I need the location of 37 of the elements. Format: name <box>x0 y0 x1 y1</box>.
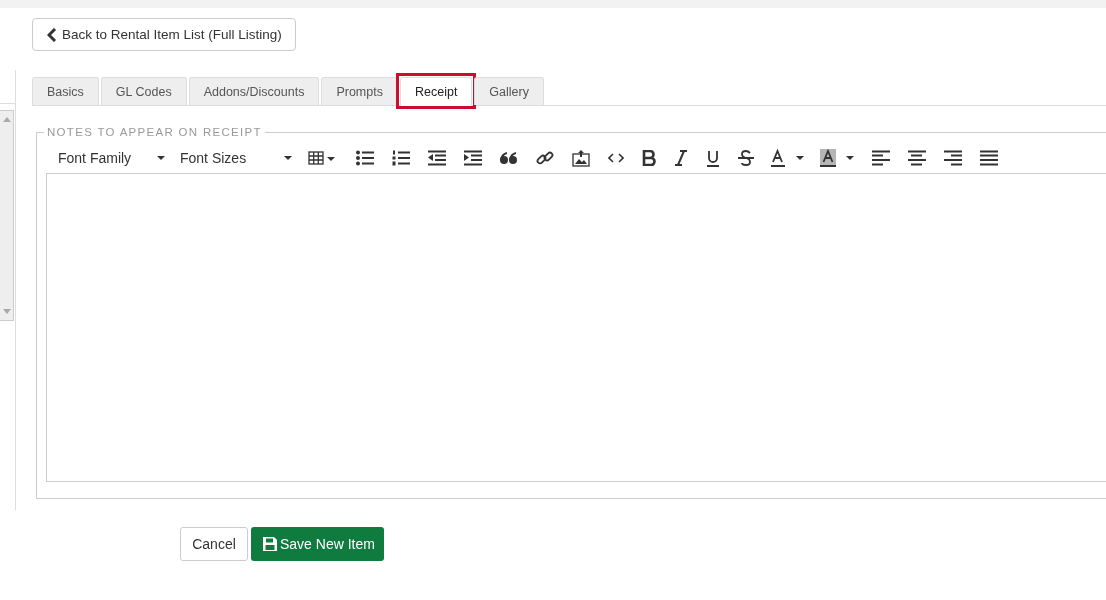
back-button[interactable]: Back to Rental Item List (Full Listing) <box>32 18 296 51</box>
numbered-list-icon[interactable] <box>392 150 410 166</box>
scrollbar[interactable] <box>0 110 14 321</box>
align-right-icon[interactable] <box>944 150 962 166</box>
caret-icon <box>284 156 292 160</box>
italic-icon[interactable] <box>674 150 688 166</box>
chevron-left-icon <box>47 27 57 42</box>
highlight-color-icon[interactable] <box>820 149 854 167</box>
quote-icon[interactable] <box>500 152 518 164</box>
cancel-button[interactable]: Cancel <box>180 527 248 561</box>
tab[interactable]: Gallery <box>474 77 544 105</box>
strikethrough-icon[interactable] <box>738 150 754 166</box>
underline-icon[interactable] <box>706 149 720 167</box>
code-icon[interactable] <box>608 153 624 163</box>
indent-icon[interactable] <box>464 150 482 166</box>
caret-icon <box>157 156 165 160</box>
align-justify-icon[interactable] <box>980 150 998 166</box>
table-icon[interactable] <box>308 150 338 166</box>
tab[interactable]: Receipt <box>399 77 473 106</box>
link-icon[interactable] <box>536 149 554 167</box>
align-left-icon[interactable] <box>872 150 890 166</box>
font-family-dropdown[interactable]: Font Family <box>48 150 165 166</box>
tab[interactable]: Basics <box>32 77 99 105</box>
text-color-icon[interactable] <box>770 149 804 167</box>
align-center-icon[interactable] <box>908 150 926 166</box>
tab[interactable]: Addons/Discounts <box>188 77 320 105</box>
section-legend: NOTES TO APPEAR ON RECEIPT <box>44 126 265 138</box>
image-upload-icon[interactable] <box>572 149 590 167</box>
bulleted-list-icon[interactable] <box>356 150 374 166</box>
bold-icon[interactable] <box>642 150 656 166</box>
scroll-down-icon <box>2 309 11 314</box>
font-size-dropdown[interactable]: Font Sizes <box>170 150 292 166</box>
outdent-icon[interactable] <box>428 150 446 166</box>
save-button[interactable]: Save New Item <box>251 527 384 561</box>
tab[interactable]: GL Codes <box>100 77 187 105</box>
scroll-up-icon <box>2 117 11 122</box>
tab[interactable]: Prompts <box>321 77 398 105</box>
